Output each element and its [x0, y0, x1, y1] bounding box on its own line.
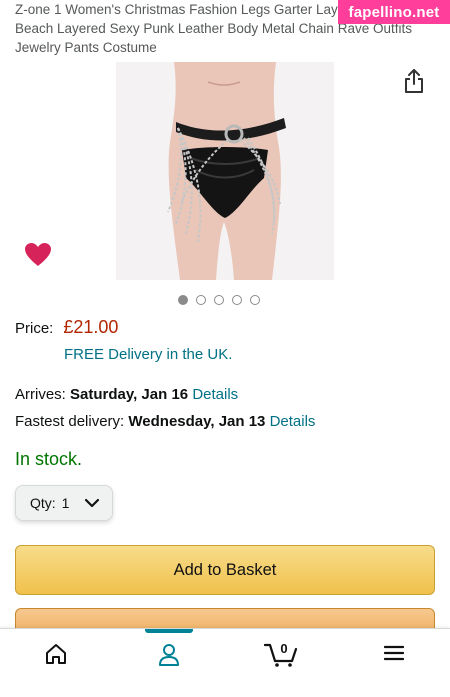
arrives-label: Arrives:	[15, 386, 66, 403]
pagination-dot-4[interactable]	[232, 295, 242, 305]
pagination-dot-2[interactable]	[196, 295, 206, 305]
quantity-value: 1	[61, 495, 70, 511]
price-value: £21.00	[63, 317, 119, 337]
arrives-line: Arrives: Saturday, Jan 16 Details	[15, 386, 238, 403]
home-icon[interactable]	[45, 643, 67, 665]
price-label: Price:	[15, 320, 54, 337]
hamburger-menu-icon[interactable]	[384, 643, 404, 663]
pagination-dot-3[interactable]	[214, 295, 224, 305]
stock-status: In stock.	[15, 449, 83, 469]
arrives-date: Saturday, Jan 16	[70, 386, 189, 403]
image-pagination	[178, 295, 260, 305]
quantity-selector[interactable]: Qty: 1	[15, 485, 113, 521]
add-to-basket-button[interactable]: Add to Basket	[15, 545, 435, 595]
fastest-details-link[interactable]: Details	[270, 413, 316, 430]
cart-count: 0	[280, 641, 287, 656]
pagination-dot-1[interactable]	[178, 295, 188, 305]
chevron-down-icon	[84, 498, 100, 508]
arrives-details-link[interactable]: Details	[192, 386, 238, 403]
heart-icon[interactable]	[24, 242, 52, 268]
free-delivery-text: FREE Delivery in the UK.	[64, 346, 233, 363]
cart-icon[interactable]: 0	[264, 639, 298, 667]
pagination-dot-5[interactable]	[250, 295, 260, 305]
fastest-delivery-line: Fastest delivery: Wednesday, Jan 13 Deta…	[15, 413, 315, 430]
product-image[interactable]	[116, 62, 334, 280]
share-icon[interactable]	[402, 68, 426, 94]
fastest-date: Wednesday, Jan 13	[128, 413, 266, 430]
person-icon[interactable]	[158, 643, 180, 667]
watermark: fapellino.net	[338, 0, 450, 24]
fastest-label: Fastest delivery:	[15, 413, 125, 430]
quantity-label: Qty:	[30, 495, 56, 511]
price-row: Price: £21.00	[15, 317, 118, 338]
active-tab-indicator	[145, 629, 193, 633]
bottom-navigation: 0	[0, 628, 450, 697]
